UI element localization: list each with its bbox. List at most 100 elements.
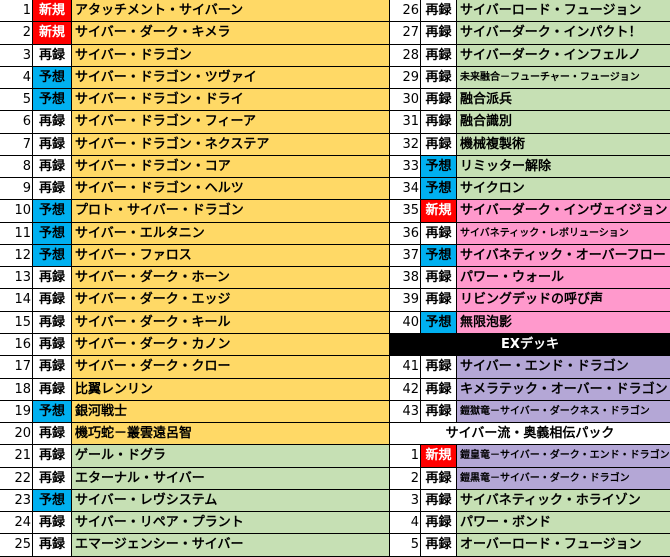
card-row: 14 再録 サイバー・ダーク・エッジ bbox=[0, 289, 389, 312]
row-number: 12 bbox=[0, 244, 33, 267]
row-number: 5 bbox=[0, 89, 33, 111]
row-number: 29 bbox=[390, 66, 421, 89]
row-number: 13 bbox=[0, 267, 33, 289]
status-badge: 再録 bbox=[421, 489, 457, 512]
card-name: キメラテック・オーバー・ドラゴン bbox=[457, 378, 670, 400]
status-badge: 再録 bbox=[33, 311, 72, 333]
row-number: 2 bbox=[390, 467, 421, 489]
card-row: 5 予想 サイバー・ドラゴン・ドライ bbox=[0, 89, 389, 112]
card-name: エターナル・サイバー bbox=[72, 467, 389, 489]
status-badge: 新規 bbox=[33, 22, 72, 44]
status-badge: 再録 bbox=[421, 467, 457, 489]
row-number: 18 bbox=[0, 378, 33, 400]
card-name: サイバー・ドラゴン・コア bbox=[72, 155, 389, 178]
status-badge: 再録 bbox=[421, 222, 457, 244]
card-row: 8 再録 サイバー・ドラゴン・コア bbox=[0, 155, 389, 179]
card-row: 15 再録 サイバー・ダーク・キール bbox=[0, 311, 389, 334]
status-badge: 再録 bbox=[33, 512, 72, 534]
status-badge: 新規 bbox=[33, 0, 72, 22]
card-row: 29 再録 未来融合－フューチャー・フュージョン bbox=[390, 66, 670, 90]
row-number: 9 bbox=[0, 178, 33, 200]
status-badge: 再録 bbox=[33, 44, 72, 66]
status-badge: 再録 bbox=[421, 89, 457, 111]
card-row: 3 再録 サイバネティック・ホライゾン bbox=[390, 489, 670, 513]
card-row: 21 再録 ゲール・ドグラ bbox=[0, 445, 389, 468]
card-name: 銀河戦士 bbox=[72, 400, 389, 423]
row-number: 25 bbox=[0, 534, 33, 556]
card-name: サイバー・ドラゴン・ネクステア bbox=[72, 133, 389, 155]
card-row: 22 再録 エターナル・サイバー bbox=[0, 467, 389, 490]
card-row: 12 予想 サイバー・ファロス bbox=[0, 244, 389, 268]
status-badge: 再録 bbox=[421, 66, 457, 89]
section-header-ex-deck: EXデッキ bbox=[390, 333, 670, 357]
row-number: 39 bbox=[390, 289, 421, 311]
status-badge: 再録 bbox=[33, 155, 72, 178]
card-name: サイバー・レヴシステム bbox=[72, 489, 389, 512]
card-name: リミッター解除 bbox=[457, 155, 670, 178]
card-name: サイバー・ドラゴン・ツヴァイ bbox=[72, 66, 389, 89]
row-number: 2 bbox=[0, 22, 33, 44]
card-name: サイバー・ドラゴン・ヘルツ bbox=[72, 178, 389, 200]
row-number: 41 bbox=[390, 356, 421, 378]
card-row: 18 再録 比翼レンリン bbox=[0, 378, 389, 401]
card-name: サイバーダーク・インフェルノ bbox=[457, 44, 670, 66]
status-badge: 再録 bbox=[33, 111, 72, 133]
card-name: サイバネティック・オーバーフロー bbox=[457, 244, 670, 267]
row-number: 27 bbox=[390, 22, 421, 44]
card-row: 31 再録 融合識別 bbox=[390, 111, 670, 134]
card-row: 40 予想 無限泡影 bbox=[390, 311, 670, 334]
card-row: 6 再録 サイバー・ドラゴン・フィーア bbox=[0, 111, 389, 134]
status-badge: 再録 bbox=[33, 356, 72, 378]
card-list-sheet: 1 新規 アタッチメント・サイバーン 2 新規 サイバー・ダーク・キメラ 3 再録 サイバー・ド… bbox=[0, 0, 670, 557]
status-badge: 再録 bbox=[421, 111, 457, 133]
row-number: 26 bbox=[390, 0, 421, 22]
row-number: 28 bbox=[390, 44, 421, 66]
row-number: 23 bbox=[0, 489, 33, 512]
status-badge: 再録 bbox=[33, 378, 72, 400]
status-badge: 再録 bbox=[421, 0, 457, 22]
status-badge: 再録 bbox=[421, 400, 457, 423]
card-row: 2 再録 鎧黒竜－サイバー・ダーク・ドラゴン bbox=[390, 467, 670, 490]
card-row: 19 予想 銀河戦士 bbox=[0, 400, 389, 424]
card-name: パワー・ウォール bbox=[457, 267, 670, 289]
card-name: サイバー・ファロス bbox=[72, 244, 389, 267]
card-row: 37 予想 サイバネティック・オーバーフロー bbox=[390, 244, 670, 268]
card-name: オーバーロード・フュージョン bbox=[457, 534, 670, 556]
card-row: 42 再録 キメラテック・オーバー・ドラゴン bbox=[390, 378, 670, 401]
main-deck-column: 1 新規 アタッチメント・サイバーン 2 新規 サイバー・ダーク・キメラ 3 再録 サイバー・ド… bbox=[0, 0, 390, 557]
row-number: 35 bbox=[390, 200, 421, 222]
row-number: 20 bbox=[0, 423, 33, 445]
section-header-label: サイバー流・奥義相伝パック bbox=[445, 426, 615, 442]
card-name: サイバー・ドラゴン bbox=[72, 44, 389, 66]
card-row: 43 再録 鎧獄竜－サイバー・ダークネス・ドラゴン bbox=[390, 400, 670, 424]
row-number: 42 bbox=[390, 378, 421, 400]
card-name: サイバー・ドラゴン・フィーア bbox=[72, 111, 389, 133]
card-row: 4 予想 サイバー・ドラゴン・ツヴァイ bbox=[0, 66, 389, 90]
row-number: 14 bbox=[0, 289, 33, 311]
card-name: サイバネティック・ホライゾン bbox=[457, 489, 670, 512]
card-row: 4 再録 パワー・ボンド bbox=[390, 512, 670, 535]
card-name: 鎧獄竜－サイバー・ダークネス・ドラゴン bbox=[457, 400, 670, 423]
row-number: 24 bbox=[0, 512, 33, 534]
card-name: 無限泡影 bbox=[457, 311, 670, 333]
card-name: サイバー・ダーク・ホーン bbox=[72, 267, 389, 289]
status-badge: 再録 bbox=[33, 133, 72, 155]
card-name: サイバー・リペア・プラント bbox=[72, 512, 389, 534]
row-number: 38 bbox=[390, 267, 421, 289]
card-row: 11 予想 サイバー・エルタニン bbox=[0, 222, 389, 245]
row-number: 3 bbox=[390, 489, 421, 512]
status-badge: 再録 bbox=[421, 356, 457, 378]
row-number: 43 bbox=[390, 400, 421, 423]
card-row: 10 予想 プロト・サイバー・ドラゴン bbox=[0, 200, 389, 223]
status-badge: 予想 bbox=[33, 89, 72, 111]
status-badge: 予想 bbox=[33, 244, 72, 267]
status-badge: 再録 bbox=[33, 467, 72, 489]
card-name: 比翼レンリン bbox=[72, 378, 389, 400]
row-number: 5 bbox=[390, 534, 421, 556]
status-badge: 予想 bbox=[33, 222, 72, 244]
status-badge: 再録 bbox=[33, 267, 72, 289]
row-number: 16 bbox=[0, 333, 33, 356]
card-name: 鎧黒竜－サイバー・ダーク・ドラゴン bbox=[457, 467, 670, 489]
status-badge: 再録 bbox=[421, 512, 457, 534]
card-row: 32 再録 機械複製術 bbox=[390, 133, 670, 156]
